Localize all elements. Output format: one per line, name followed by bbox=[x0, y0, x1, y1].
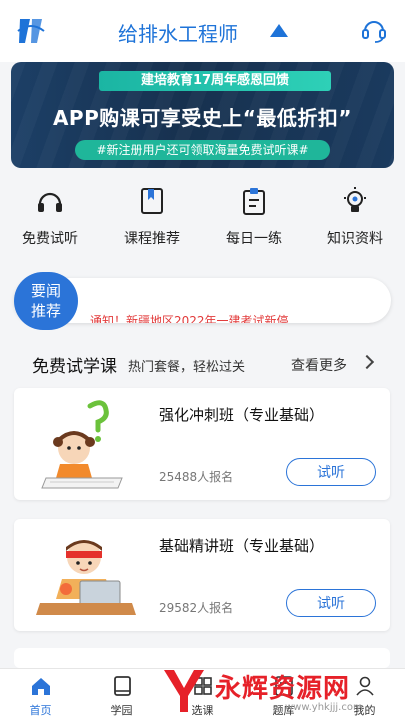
audition-button[interactable]: 试听 bbox=[286, 458, 376, 486]
course-enroll-count: 25488人报名 bbox=[159, 470, 234, 484]
banner-top-text: 建培教育17周年感恩回馈 bbox=[99, 71, 331, 91]
home-icon bbox=[32, 678, 50, 695]
quicknav-daily-practice[interactable]: 每日一练 bbox=[209, 180, 299, 250]
quicknav-label: 免费试听 bbox=[22, 231, 78, 247]
news-badge: 要闻 推荐 bbox=[14, 272, 78, 330]
page-title[interactable]: 给排水工程师 bbox=[118, 18, 238, 47]
course-card[interactable]: 强化冲刺班（专业基础） 25488人报名 试听 bbox=[14, 388, 390, 500]
app-header: 给排水工程师 bbox=[0, 0, 405, 62]
tab-home[interactable]: 首页 bbox=[0, 669, 81, 721]
tab-campus[interactable]: 学园 bbox=[81, 669, 162, 721]
course-name: 基础精讲班（专业基础） bbox=[159, 537, 325, 555]
watermark-logo-icon bbox=[164, 670, 204, 712]
headphones-icon bbox=[38, 192, 62, 212]
tab-label: 首页 bbox=[29, 704, 52, 717]
app-logo-icon bbox=[17, 19, 45, 43]
lightbulb-icon bbox=[344, 187, 366, 212]
quick-nav: 免费试听 课程推荐 每日一练 知识资料 bbox=[0, 180, 405, 250]
clipboard-icon bbox=[243, 188, 265, 215]
news-badge-line1: 要闻 bbox=[30, 282, 61, 300]
quicknav-free-trial[interactable]: 免费试听 bbox=[5, 180, 95, 250]
quicknav-label: 知识资料 bbox=[327, 231, 383, 247]
banner-main-text: APP购课可享受史上“最低折扣” bbox=[52, 106, 353, 130]
watermark-url: www.yhkjjj.com bbox=[285, 702, 363, 713]
course-enroll-count: 29582人报名 bbox=[159, 601, 234, 615]
course-card[interactable]: 基础精讲班（专业基础） 29582人报名 试听 bbox=[14, 519, 390, 631]
student-laptop-illustration bbox=[36, 540, 136, 615]
news-headline[interactable]: 通知！新疆地区2022年一建考试新停 bbox=[90, 312, 289, 323]
audition-button[interactable]: 试听 bbox=[286, 589, 376, 617]
promo-banner[interactable]: 建培教育17周年感恩回馈 APP购课可享受史上“最低折扣” #新注册用户还可领取… bbox=[11, 62, 394, 168]
banner-sub-text: #新注册用户还可领取海量免费试听课# bbox=[75, 140, 330, 160]
course-name: 强化冲刺班（专业基础） bbox=[159, 406, 325, 424]
watermark-text: 永辉资源网 bbox=[215, 674, 351, 704]
customer-service-icon[interactable] bbox=[361, 17, 387, 43]
quicknav-label: 课程推荐 bbox=[124, 231, 180, 247]
news-badge-line2: 推荐 bbox=[30, 302, 61, 320]
book-bookmark-icon bbox=[141, 188, 163, 214]
tab-label: 学园 bbox=[110, 704, 133, 717]
section-title: 免费试学课 bbox=[32, 357, 117, 377]
quicknav-knowledge[interactable]: 知识资料 bbox=[310, 180, 400, 250]
quicknav-course-recommend[interactable]: 课程推荐 bbox=[107, 180, 197, 250]
section-subtitle: 热门套餐，轻松过关 bbox=[128, 360, 246, 375]
dropdown-arrow-icon[interactable] bbox=[270, 24, 288, 37]
chevron-right-icon[interactable] bbox=[359, 354, 375, 370]
quicknav-label: 每日一练 bbox=[226, 231, 282, 247]
student-thinking-illustration bbox=[41, 400, 123, 489]
book-icon bbox=[114, 676, 131, 696]
see-more-link[interactable]: 查看更多 bbox=[291, 355, 347, 375]
watermark: 永辉资源网 www.yhkjjj.com bbox=[160, 664, 400, 720]
